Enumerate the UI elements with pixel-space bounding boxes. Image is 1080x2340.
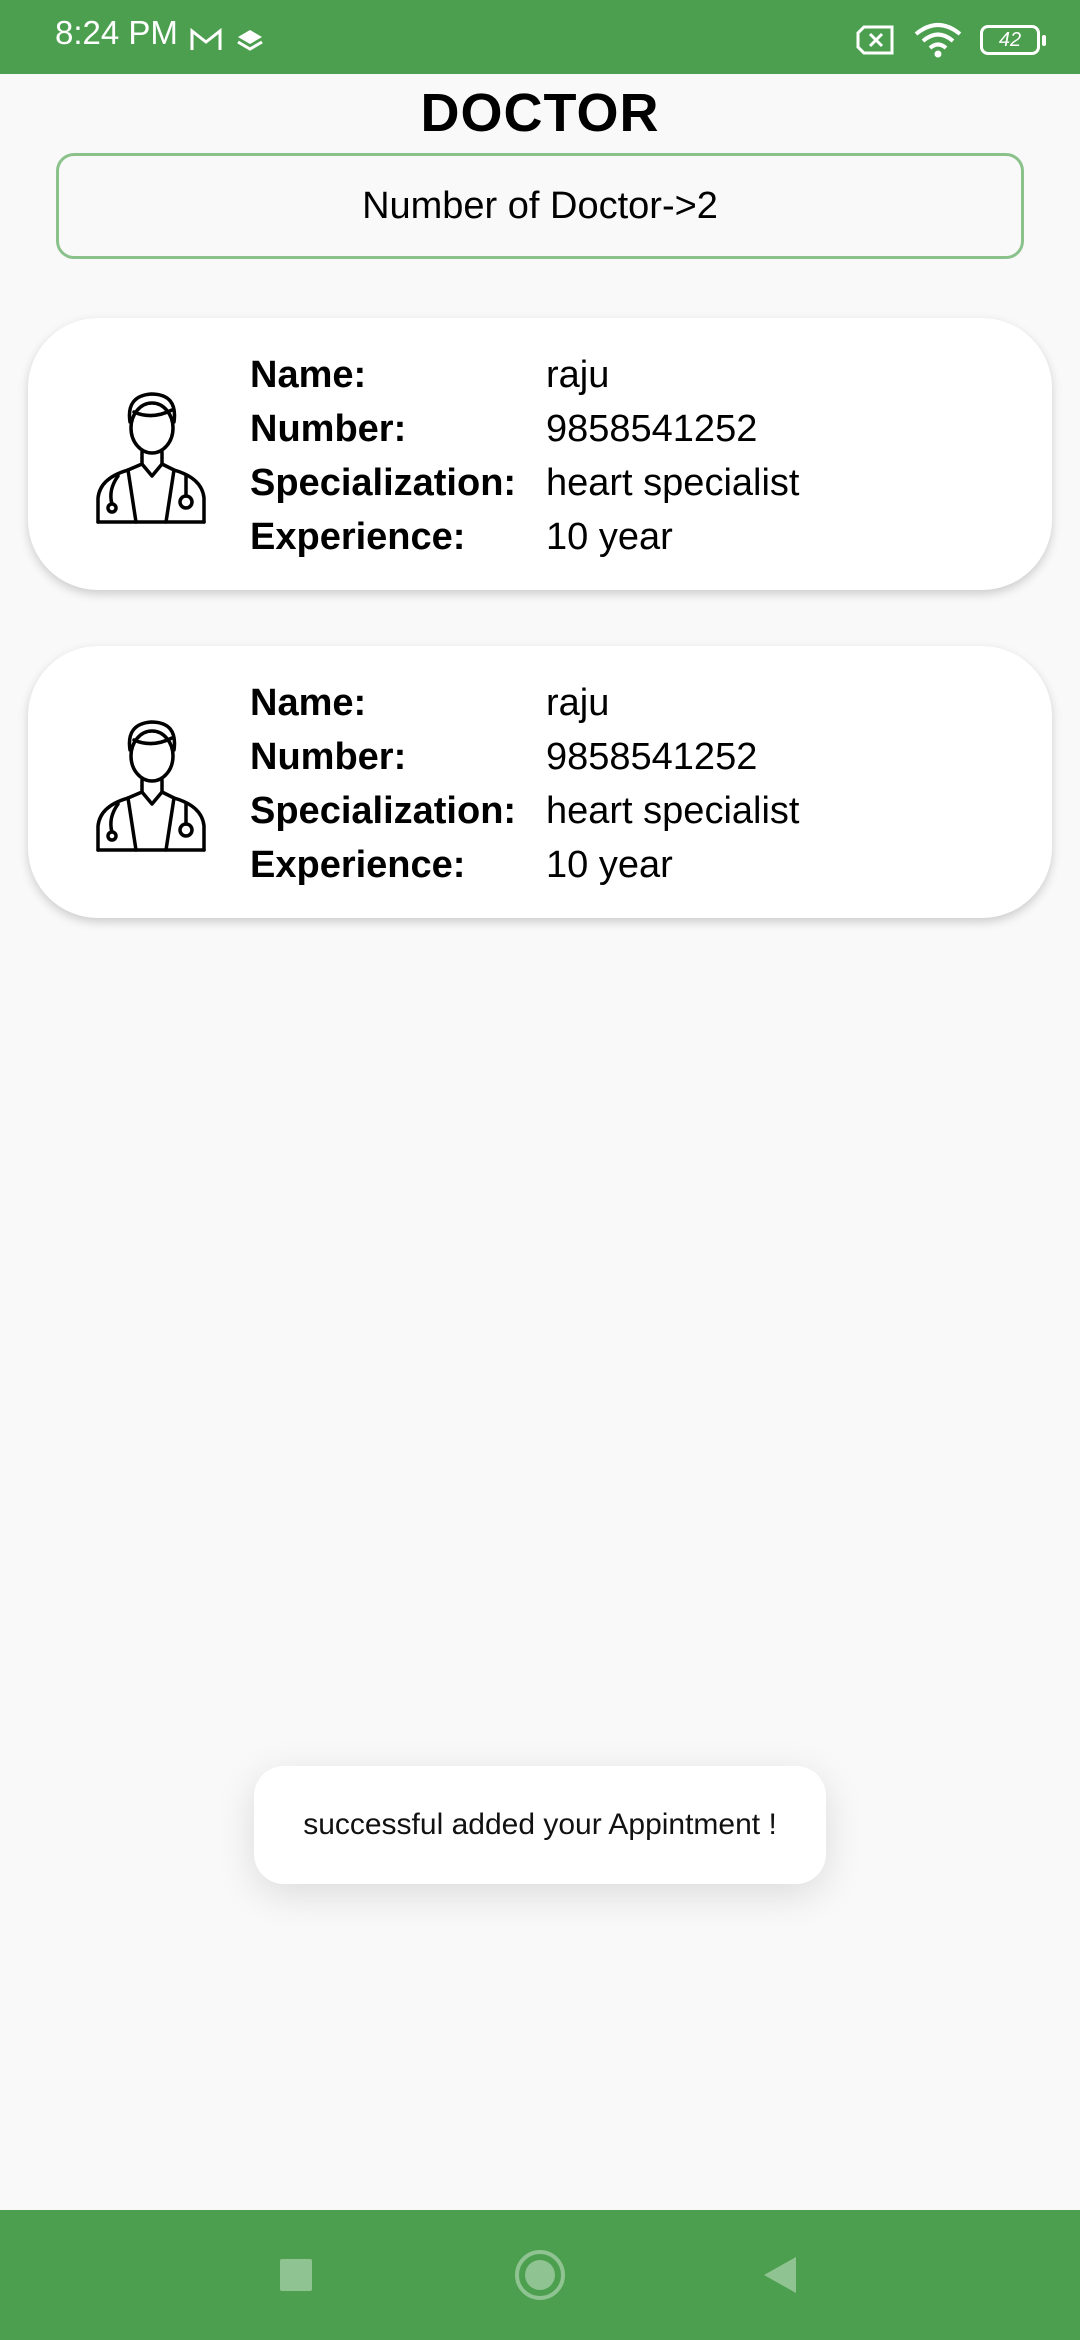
name-label: Name: bbox=[250, 681, 367, 724]
experience-row: Experience: 10 year bbox=[250, 510, 673, 564]
page-title: DOCTOR bbox=[420, 83, 660, 143]
home-circle-icon bbox=[515, 2250, 565, 2300]
doctor-specialization: heart specialist bbox=[546, 789, 800, 832]
doctor-card[interactable]: Name: raju Number: 9858541252 Specializa… bbox=[28, 646, 1052, 918]
doctor-specialization: heart specialist bbox=[546, 461, 800, 504]
doctor-name: raju bbox=[546, 353, 610, 396]
doctor-avatar-icon bbox=[96, 392, 206, 524]
navigation-bar bbox=[0, 2210, 1080, 2340]
gmail-icon bbox=[190, 28, 222, 50]
number-row: Number: 9858541252 bbox=[250, 730, 757, 784]
number-row: Number: 9858541252 bbox=[250, 402, 757, 456]
experience-row: Experience: 10 year bbox=[250, 838, 673, 892]
status-time: 8:24 PM bbox=[55, 14, 178, 51]
battery-level: 42 bbox=[998, 29, 1022, 51]
battery-icon: 42 bbox=[980, 25, 1046, 55]
toast-text: successful added your Appintment ! bbox=[303, 1808, 777, 1841]
back-triangle-icon bbox=[764, 2257, 796, 2293]
experience-label: Experience: bbox=[250, 843, 466, 886]
doctor-card[interactable]: Name: raju Number: 9858541252 Specializa… bbox=[28, 318, 1052, 590]
status-bar: 8:24 PM 42 bbox=[0, 0, 1080, 74]
specialization-row: Specialization: heart specialist bbox=[250, 784, 799, 838]
recents-square-icon bbox=[280, 2259, 312, 2291]
number-label: Number: bbox=[250, 407, 407, 450]
home-button[interactable] bbox=[480, 2210, 600, 2340]
layers-icon bbox=[237, 30, 263, 51]
number-label: Number: bbox=[250, 735, 407, 778]
doctor-number: 9858541252 bbox=[546, 735, 758, 778]
doctor-experience: 10 year bbox=[546, 843, 673, 886]
toast-message: successful added your Appintment ! bbox=[254, 1766, 826, 1884]
back-button[interactable] bbox=[720, 2210, 840, 2340]
doctor-name: raju bbox=[546, 681, 610, 724]
sim-missing-icon bbox=[856, 25, 894, 55]
doctor-count-box: Number of Doctor->2 bbox=[56, 153, 1024, 259]
specialization-label: Specialization: bbox=[250, 789, 517, 832]
name-row: Name: raju bbox=[250, 676, 609, 730]
wifi-icon bbox=[914, 23, 962, 58]
name-label: Name: bbox=[250, 353, 367, 396]
doctor-experience: 10 year bbox=[546, 515, 673, 558]
specialization-label: Specialization: bbox=[250, 461, 517, 504]
experience-label: Experience: bbox=[250, 515, 466, 558]
name-row: Name: raju bbox=[250, 348, 609, 402]
doctor-number: 9858541252 bbox=[546, 407, 758, 450]
recents-button[interactable] bbox=[236, 2210, 356, 2340]
specialization-row: Specialization: heart specialist bbox=[250, 456, 799, 510]
doctor-avatar-icon bbox=[96, 720, 206, 852]
doctor-count-text: Number of Doctor->2 bbox=[362, 184, 718, 227]
